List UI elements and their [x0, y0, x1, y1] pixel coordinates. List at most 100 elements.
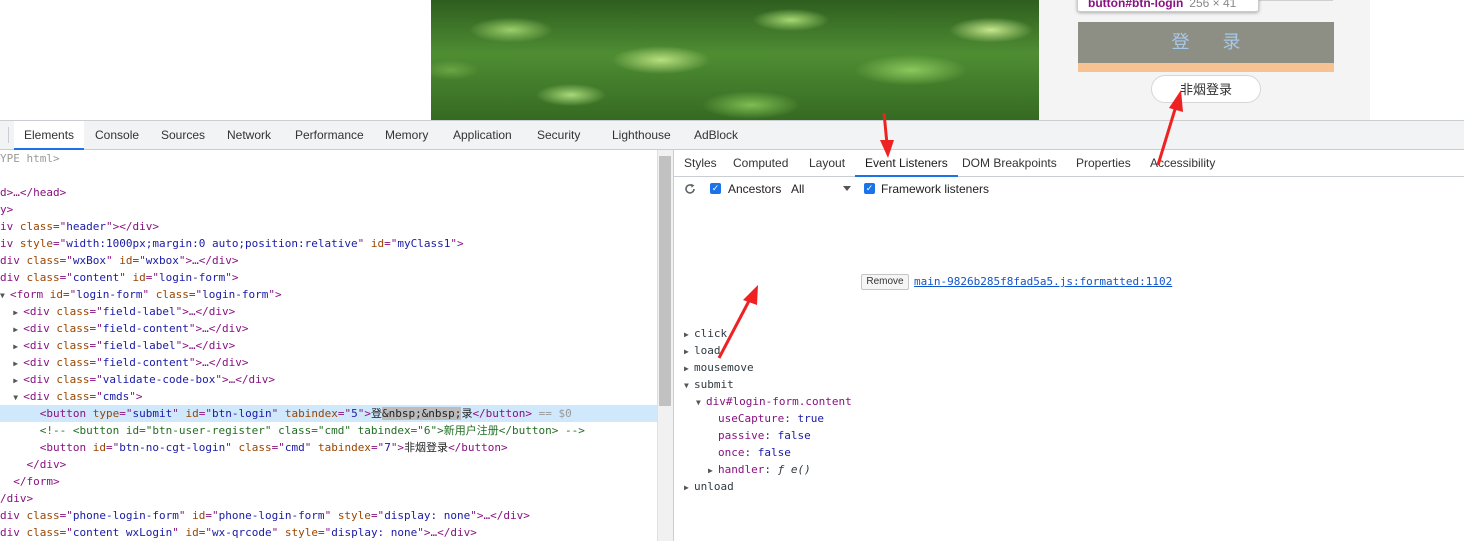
tab-elements[interactable]: Elements: [14, 121, 85, 150]
tab-network[interactable]: Network: [227, 121, 271, 149]
dom-val: field-content: [102, 322, 189, 335]
dom-val: phone-login-form: [218, 509, 325, 522]
dom-val: cmds: [102, 390, 130, 403]
dom-val: wxBox: [72, 254, 106, 267]
event-click[interactable]: ▶ click: [684, 325, 727, 342]
dom-val: btn-login: [211, 407, 272, 420]
expand-triangle-icon[interactable]: ▶: [708, 462, 718, 479]
login-button[interactable]: 登 录: [1078, 22, 1334, 63]
dom-attr: style: [19, 237, 53, 250]
expand-triangle-icon[interactable]: ▶: [13, 304, 23, 321]
dom-line-btn-no-cgt[interactable]: <button id="btn-no-cgt-login" class="cmd…: [0, 439, 657, 456]
dom-attr: id: [192, 509, 206, 522]
listener-source-link[interactable]: main-9826b285f8fad5a5.js:formatted:1102: [914, 273, 1172, 290]
event-unload[interactable]: ▶ unload: [684, 478, 734, 495]
dom-line-close-div2[interactable]: /div>: [0, 490, 657, 507]
listener-prop-usecapture: useCapture: true: [718, 412, 824, 425]
event-submit[interactable]: ▼ submit: [684, 376, 734, 393]
filter-select[interactable]: All: [791, 177, 804, 201]
event-mousemove[interactable]: ▶ mousemove: [684, 359, 754, 376]
framework-listeners-label: Framework listeners: [881, 182, 990, 196]
expand-triangle-icon[interactable]: ▶: [684, 479, 694, 496]
expand-triangle-icon[interactable]: ▶: [13, 355, 23, 372]
tab-memory[interactable]: Memory: [385, 121, 428, 149]
dom-val: display: none: [384, 509, 471, 522]
listener-handler[interactable]: ▶ handler: ƒ e(): [708, 461, 811, 478]
prop-key: useCapture: [718, 412, 785, 425]
tooltip-selector: button#btn-login: [1088, 0, 1184, 10]
subtab-event-listeners[interactable]: Event Listeners: [855, 150, 958, 177]
dom-line-myclass-div[interactable]: iv style="width:1000px;margin:0 auto;pos…: [0, 235, 657, 252]
dom-line-wx-div[interactable]: div class="content wxLogin" id="wx-qrcod…: [0, 524, 657, 541]
dom-line-cmds[interactable]: ▼ <div class="cmds">: [0, 388, 657, 405]
expand-triangle-icon[interactable]: ▶: [13, 372, 23, 389]
dom-line-child[interactable]: ▶ <div class="validate-code-box">…</div>: [0, 371, 657, 388]
framework-listeners-checkbox[interactable]: ✓: [864, 183, 875, 194]
tab-adblock[interactable]: AdBlock: [694, 121, 738, 149]
dom-line-child[interactable]: ▶ <div class="field-label">…</div>: [0, 303, 657, 320]
collapse-triangle-icon[interactable]: ▼: [696, 394, 706, 411]
dom-line-close-div[interactable]: </div>: [0, 456, 657, 473]
refresh-icon[interactable]: [684, 183, 696, 195]
dom-text: 登: [370, 407, 382, 420]
collapse-triangle-icon[interactable]: ▼: [684, 377, 694, 394]
dom-val: login-form: [76, 288, 143, 301]
subtab-styles[interactable]: Styles: [684, 150, 717, 176]
remove-listener-button[interactable]: Remove: [861, 274, 909, 290]
dom-line-form[interactable]: ▼ <form id="login-form" class="login-form…: [0, 286, 657, 303]
collapse-triangle-icon[interactable]: ▼: [0, 287, 10, 304]
dom-line-content-div[interactable]: div class="content" id="login-form">: [0, 269, 657, 286]
dom-val: login-form: [202, 288, 269, 301]
dom-line-btn-login[interactable]: <button type="submit" id="btn-login" tab…: [0, 405, 657, 422]
dom-head-name: head: [33, 186, 60, 199]
no-smoke-login-button[interactable]: 非烟登录: [1151, 75, 1261, 103]
dom-line-close-form[interactable]: </form>: [0, 473, 657, 490]
expand-triangle-icon[interactable]: ▶: [13, 338, 23, 355]
dom-line-body[interactable]: y>: [0, 201, 657, 218]
tab-security[interactable]: Security: [537, 121, 580, 149]
tab-lighthouse[interactable]: Lighthouse: [612, 121, 671, 149]
dom-line-child[interactable]: ▶ <div class="field-label">…</div>: [0, 337, 657, 354]
dom-line-doctype[interactable]: YPE html>: [0, 150, 657, 167]
expand-triangle-icon[interactable]: ▶: [684, 343, 694, 360]
tab-sources[interactable]: Sources: [161, 121, 205, 149]
tab-console[interactable]: Console: [95, 121, 139, 149]
dom-line-comment[interactable]: <!-- <button id="btn-user-register" clas…: [0, 422, 657, 439]
dom-val: display: none: [331, 526, 418, 539]
dom-line-head[interactable]: d>…</head>: [0, 184, 657, 201]
tab-performance[interactable]: Performance: [295, 121, 364, 149]
dom-val: field-content: [102, 356, 189, 369]
subtab-properties[interactable]: Properties: [1076, 150, 1131, 176]
dom-line-child[interactable]: ▶ <div class="field-content">…</div>: [0, 320, 657, 337]
dom-close-tag: /div>: [0, 492, 34, 505]
subtab-computed[interactable]: Computed: [733, 150, 788, 176]
dom-text: 录: [461, 407, 473, 420]
listener-target[interactable]: ▼ div#login-form.content: [696, 393, 852, 410]
expand-triangle-icon[interactable]: ▶: [684, 360, 694, 377]
prop-value: true: [797, 412, 824, 425]
dropdown-arrow-icon[interactable]: [842, 183, 852, 193]
dom-text: 非烟登录: [404, 441, 449, 454]
tab-application[interactable]: Application: [453, 121, 512, 149]
event-load[interactable]: ▶ load: [684, 342, 721, 359]
dom-line-child[interactable]: ▶ <div class="field-content">…</div>: [0, 354, 657, 371]
subtab-accessibility[interactable]: Accessibility: [1150, 150, 1215, 176]
dom-val: login-form: [158, 271, 226, 284]
dom-val: field-label: [102, 305, 176, 318]
prop-value: false: [777, 429, 811, 442]
dom-line-wxbox-div[interactable]: div class="wxBox" id="wxbox">…</div>: [0, 252, 657, 269]
dom-line-phone-div[interactable]: div class="phone-login-form" id="phone-l…: [0, 507, 657, 524]
event-name: mousemove: [694, 361, 754, 374]
expand-triangle-icon[interactable]: ▶: [684, 326, 694, 343]
ancestors-checkbox[interactable]: ✓: [710, 183, 721, 194]
dom-line-header-div[interactable]: iv class="header"></div>: [0, 218, 657, 235]
dom-attr: style: [337, 509, 371, 522]
dom-val: btn-no-cgt-login: [119, 441, 226, 454]
expand-triangle-icon[interactable]: ▶: [13, 321, 23, 338]
subtab-dom-breakpoints[interactable]: DOM Breakpoints: [962, 150, 1057, 176]
elements-scrollbar-thumb[interactable]: [659, 156, 671, 406]
subtab-layout[interactable]: Layout: [809, 150, 845, 176]
event-name: click: [694, 327, 728, 340]
collapse-triangle-icon[interactable]: ▼: [13, 389, 23, 406]
devtools-main-tabbar: Elements Console Sources Network Perform…: [0, 121, 1464, 150]
